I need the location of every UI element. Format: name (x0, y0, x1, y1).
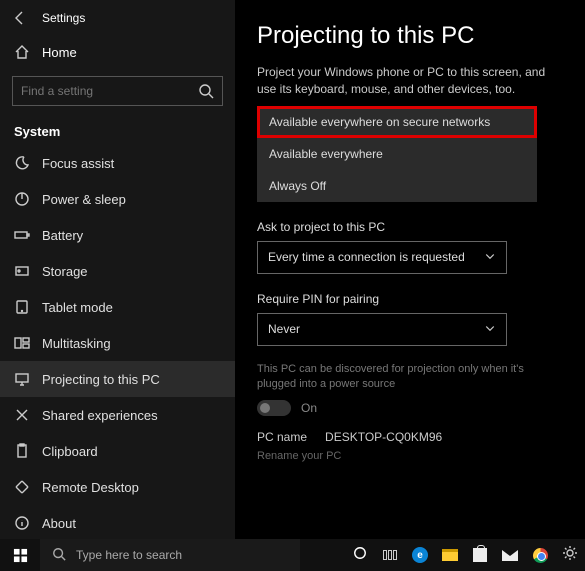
settings-title: Settings (42, 11, 85, 25)
home-icon (14, 44, 30, 60)
nav-shared-experiences[interactable]: Shared experiences (0, 397, 235, 433)
nav-label: Tablet mode (42, 300, 113, 315)
chevron-down-icon (484, 250, 496, 265)
settings-sidebar: Settings Home System Focus assist Power … (0, 0, 235, 539)
nav-projecting[interactable]: Projecting to this PC (0, 361, 235, 397)
nav-label: Focus assist (42, 156, 114, 171)
taskbar-search-placeholder: Type here to search (76, 548, 182, 562)
nav-list: Focus assist Power & sleep Battery Stora… (0, 145, 235, 539)
back-icon[interactable] (12, 10, 28, 26)
ask-value: Every time a connection is requested (268, 250, 465, 264)
search-icon (52, 547, 66, 564)
ask-label: Ask to project to this PC (257, 220, 563, 234)
page-title: Projecting to this PC (257, 22, 563, 50)
multitasking-icon (14, 335, 30, 351)
discover-toggle[interactable] (257, 400, 291, 416)
nav-label: Clipboard (42, 444, 98, 459)
ask-select[interactable]: Every time a connection is requested (257, 241, 507, 274)
clipboard-icon (14, 443, 30, 459)
chrome-button[interactable] (525, 539, 555, 571)
taskbar-search[interactable]: Type here to search (40, 539, 300, 571)
store-button[interactable] (465, 539, 495, 571)
nav-label: Power & sleep (42, 192, 126, 207)
pin-value: Never (268, 322, 300, 336)
moon-icon (14, 155, 30, 171)
nav-label: Multitasking (42, 336, 111, 351)
task-view-button[interactable] (375, 539, 405, 571)
nav-battery[interactable]: Battery (0, 217, 235, 253)
power-icon (14, 191, 30, 207)
dropdown-option-everywhere[interactable]: Available everywhere (257, 138, 537, 170)
pcname-key: PC name (257, 430, 307, 444)
tablet-icon (14, 299, 30, 315)
nav-storage[interactable]: Storage (0, 253, 235, 289)
mail-button[interactable] (495, 539, 525, 571)
chevron-down-icon (484, 322, 496, 337)
nav-power-sleep[interactable]: Power & sleep (0, 181, 235, 217)
home-label: Home (42, 45, 77, 60)
discover-note: This PC can be discovered for projection… (257, 362, 563, 393)
toggle-label: On (301, 401, 317, 415)
remote-icon (14, 479, 30, 495)
nav-label: Remote Desktop (42, 480, 139, 495)
edge-button[interactable]: e (405, 539, 435, 571)
pin-label: Require PIN for pairing (257, 292, 563, 306)
category-system: System (0, 114, 235, 145)
main-content: Projecting to this PC Project your Windo… (235, 0, 585, 539)
settings-search[interactable] (12, 76, 223, 106)
cortana-button[interactable] (345, 539, 375, 571)
pin-select[interactable]: Never (257, 313, 507, 346)
start-button[interactable] (0, 539, 40, 571)
nav-remote-desktop[interactable]: Remote Desktop (0, 469, 235, 505)
nav-multitasking[interactable]: Multitasking (0, 325, 235, 361)
nav-label: Storage (42, 264, 88, 279)
nav-label: About (42, 516, 76, 531)
info-icon (14, 515, 30, 531)
search-input[interactable] (21, 84, 198, 98)
battery-icon (14, 227, 30, 243)
availability-dropdown[interactable]: Available everywhere on secure networks … (257, 106, 537, 202)
explorer-button[interactable] (435, 539, 465, 571)
nav-clipboard[interactable]: Clipboard (0, 433, 235, 469)
dropdown-option-off[interactable]: Always Off (257, 170, 537, 202)
nav-label: Shared experiences (42, 408, 158, 423)
pcname-value: DESKTOP-CQ0KM96 (325, 430, 442, 444)
nav-label: Projecting to this PC (42, 372, 160, 387)
search-icon (198, 83, 214, 99)
projecting-icon (14, 371, 30, 387)
taskbar: Type here to search e (0, 539, 585, 571)
shared-icon (14, 407, 30, 423)
dropdown-option-secure[interactable]: Available everywhere on secure networks (257, 106, 537, 138)
nav-about[interactable]: About (0, 505, 235, 539)
nav-focus-assist[interactable]: Focus assist (0, 145, 235, 181)
page-description: Project your Windows phone or PC to this… (257, 64, 563, 98)
nav-label: Battery (42, 228, 83, 243)
rename-pc-link[interactable]: Rename your PC (257, 450, 563, 462)
nav-tablet-mode[interactable]: Tablet mode (0, 289, 235, 325)
sidebar-home[interactable]: Home (0, 34, 235, 70)
settings-button[interactable] (555, 539, 585, 571)
storage-icon (14, 263, 30, 279)
